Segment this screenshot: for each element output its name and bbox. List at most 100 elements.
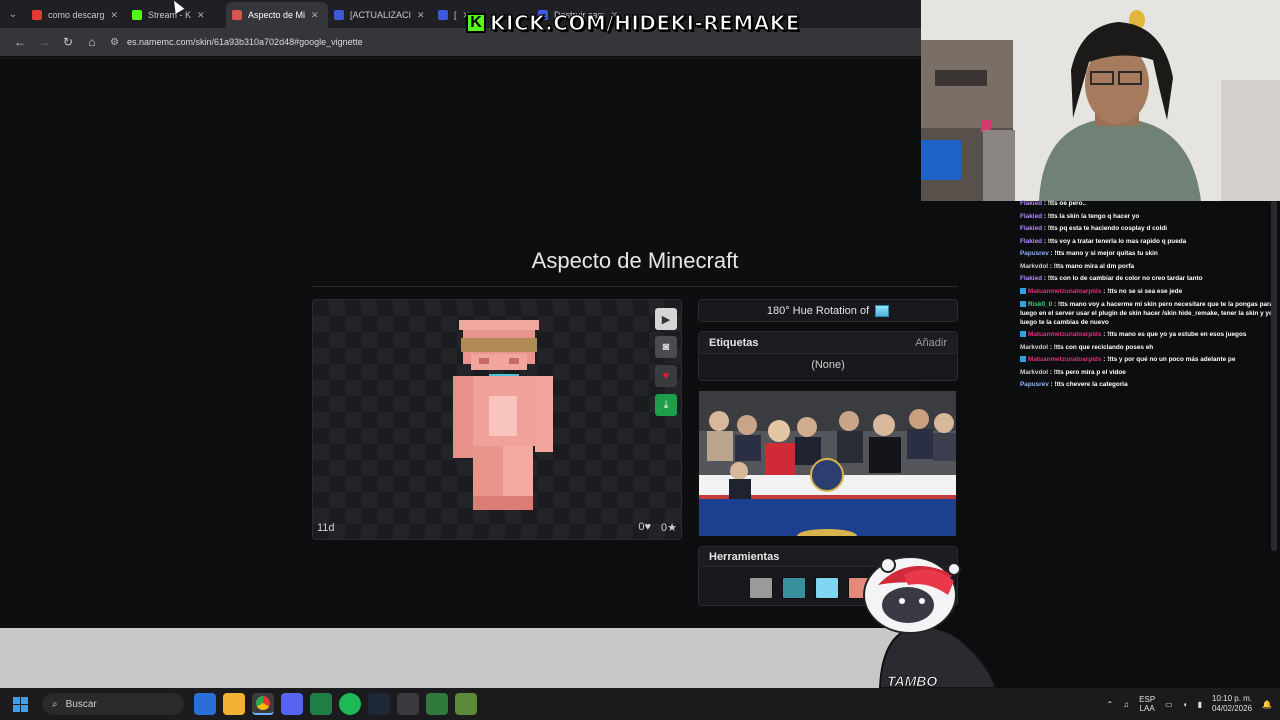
chat-badge-icon <box>1020 331 1026 338</box>
chat-text: !tts pq esta te haciendo cosplay d coldi <box>1047 225 1168 232</box>
skin-model-image <box>453 320 553 510</box>
chat-username[interactable]: Papusrev <box>1020 250 1049 257</box>
tool-skin-teal[interactable] <box>782 577 806 599</box>
chat-message: Flakied : !tts pq esta te haciendo cospl… <box>1020 223 1278 236</box>
chat-username[interactable]: Matuanmetzunatoarpids <box>1028 288 1102 295</box>
browser-tab[interactable]: como descarg ✕ <box>26 2 126 28</box>
chat-username[interactable]: Flakied <box>1020 200 1042 207</box>
web-page: Aspecto de Minecraft ▶ ◙ ♥ ⤓ 11d 0♥ 0★ 1… <box>0 56 958 628</box>
start-button[interactable] <box>0 688 40 720</box>
chat-username[interactable]: Papusrev <box>1020 381 1049 388</box>
taskbar-app-spotify-icon[interactable] <box>339 693 361 715</box>
tool-skin-cyan[interactable] <box>815 577 839 599</box>
taskbar-app-obs-icon[interactable] <box>397 693 419 715</box>
home-button[interactable]: ⌂ <box>80 30 104 54</box>
address-bar[interactable]: ⚙ es.namemc.com/skin/61a93b310a702d48#go… <box>110 37 363 48</box>
taskbar-app-discord-icon[interactable] <box>281 693 303 715</box>
skin-3d-viewer[interactable]: ▶ ◙ ♥ ⤓ 11d 0♥ 0★ <box>312 299 682 540</box>
tab-close-icon[interactable]: ✕ <box>417 10 425 21</box>
system-tray: ⌃ ♫ ESP LAA ▭ ◖ ▮ 10:10 p. m. 04/02/2026… <box>1106 688 1280 720</box>
chat-username[interactable]: Markvdol <box>1020 369 1048 376</box>
taskbar-app-minecraft-launcher-icon[interactable] <box>426 693 448 715</box>
arrow-left-icon: ← <box>14 35 26 49</box>
stream-chat: Flakied : !tts oe pero.. Flakied : !tts l… <box>1020 198 1278 392</box>
chat-username[interactable]: Flakied <box>1020 213 1042 220</box>
windows-taskbar: ⌕ Buscar ⌃ ♫ ESP LAA ▭ ◖ ▮ 10:10 p. m. 0… <box>0 688 1280 720</box>
chat-message: Matuanmetzunatoarpids : !tts y por qué n… <box>1020 354 1278 367</box>
back-button[interactable]: ← <box>8 30 32 54</box>
reload-button[interactable]: ↻ <box>56 30 80 54</box>
taskbar-app-excel-icon[interactable] <box>310 693 332 715</box>
chat-message: Flakied : !tts oe pero.. <box>1020 198 1278 211</box>
chat-text: !tts con lo de cambiar de color no creo … <box>1047 275 1203 282</box>
taskbar-app-outlook-icon[interactable] <box>194 693 216 715</box>
chat-badge-icon <box>1020 301 1026 308</box>
tab-favicon-icon <box>32 10 42 20</box>
chat-text: !tts mano y si mejor quitas tu skin <box>1054 250 1158 257</box>
screenshot-button[interactable]: ◙ <box>655 336 677 358</box>
like-button[interactable]: ♥ <box>655 365 677 387</box>
chat-username[interactable]: Markvdol <box>1020 263 1048 270</box>
taskbar-search-placeholder: Buscar <box>65 698 97 710</box>
chat-message: Markvdol : !tts mano mira al dm porfa <box>1020 261 1278 274</box>
site-info-icon[interactable]: ⚙ <box>110 37 119 48</box>
download-button[interactable]: ⤓ <box>655 394 677 416</box>
taskbar-app-chrome-icon[interactable] <box>252 693 274 715</box>
taskbar-app-minecraft-icon[interactable] <box>455 693 477 715</box>
tab-close-icon[interactable]: ✕ <box>111 10 119 21</box>
chat-username[interactable]: Flakied <box>1020 238 1042 245</box>
taskbar-app-file-explorer-icon[interactable] <box>223 693 245 715</box>
layout-code: LAA <box>1139 704 1155 713</box>
title-divider <box>312 286 958 287</box>
chat-text: !tts voy a tratar tenerla lo mas rapido … <box>1047 237 1187 245</box>
browser-tab[interactable]: Aspecto de Mi ✕ <box>226 2 328 28</box>
hue-rotation-link[interactable]: 180° Hue Rotation of <box>698 299 958 322</box>
tab-close-icon[interactable]: ✕ <box>311 10 319 21</box>
chat-badge-icon <box>1020 287 1026 294</box>
notification-bell-icon[interactable]: 🔔 <box>1262 700 1272 709</box>
url-text: es.namemc.com/skin/61a93b310a702d48#goog… <box>126 37 363 47</box>
tool-skin-gray[interactable] <box>749 577 773 599</box>
add-tag-link[interactable]: Añadir <box>915 337 947 349</box>
chat-username[interactable]: Markvdol <box>1020 344 1048 351</box>
chat-message: Flakied : !tts con lo de cambiar de colo… <box>1020 273 1278 286</box>
microphone-icon[interactable]: ♫ <box>1123 700 1129 709</box>
taskbar-app-steam-icon[interactable] <box>368 693 390 715</box>
chat-message: Papusrev : !tts chevere la categoria <box>1020 379 1278 392</box>
play-animation-button[interactable]: ▶ <box>655 308 677 330</box>
chat-username[interactable]: Risk0_0 <box>1028 301 1052 308</box>
stream-banner: K KICK.COM/HIDEKI-REMAKE <box>466 10 800 36</box>
likes-count: 0♥ <box>638 521 652 533</box>
forward-button[interactable]: → <box>32 30 56 54</box>
webcam-feed <box>921 0 1280 201</box>
battery-icon[interactable]: ▮ <box>1198 700 1202 709</box>
tab-favicon-icon <box>132 10 142 20</box>
tab-search-chevron-icon[interactable]: ⌄ <box>0 0 26 28</box>
chat-username[interactable]: Flakied <box>1020 225 1042 232</box>
tab-close-icon[interactable]: ✕ <box>197 10 205 21</box>
advertisement-image[interactable] <box>699 391 956 536</box>
chat-text: !tts y por qué no un poco más adelante p… <box>1107 356 1236 363</box>
chat-text: !tts mano es que yo ya estube en esos ju… <box>1107 331 1247 338</box>
home-icon: ⌂ <box>88 35 96 49</box>
chat-username[interactable]: Matuanmetzunatoarpids <box>1028 331 1102 338</box>
language-indicator[interactable]: ESP LAA <box>1139 695 1155 713</box>
clock[interactable]: 10:10 p. m. 04/02/2026 <box>1212 694 1252 714</box>
chat-username[interactable]: Flakied <box>1020 275 1042 282</box>
chat-username[interactable]: Matuanmetzunatoarpids <box>1028 356 1102 363</box>
tab-title: [ <box>454 10 457 20</box>
chat-text: !tts oe pero.. <box>1047 200 1087 207</box>
browser-tab[interactable]: [ACTUALIZACI ✕ <box>328 2 432 28</box>
stars-count: 0★ <box>661 522 677 534</box>
tray-chevron-up-icon[interactable]: ⌃ <box>1106 700 1113 709</box>
webcam-image <box>921 0 1280 201</box>
chat-scrollbar[interactable] <box>1271 201 1277 551</box>
chat-message: Markvdol : !tts con que reciclando poses… <box>1020 342 1278 355</box>
chat-message: Flakied : !tts voy a tratar tenerla lo m… <box>1020 236 1278 249</box>
chat-text: !tts no se si sea ese jede <box>1107 287 1183 295</box>
taskbar-search[interactable]: ⌕ Buscar <box>42 693 184 715</box>
volume-icon[interactable]: ◖ <box>1183 700 1188 709</box>
network-icon[interactable]: ▭ <box>1165 700 1173 709</box>
tags-heading: Etiquetas <box>709 336 759 349</box>
tab-title: [ACTUALIZACI <box>350 10 412 20</box>
